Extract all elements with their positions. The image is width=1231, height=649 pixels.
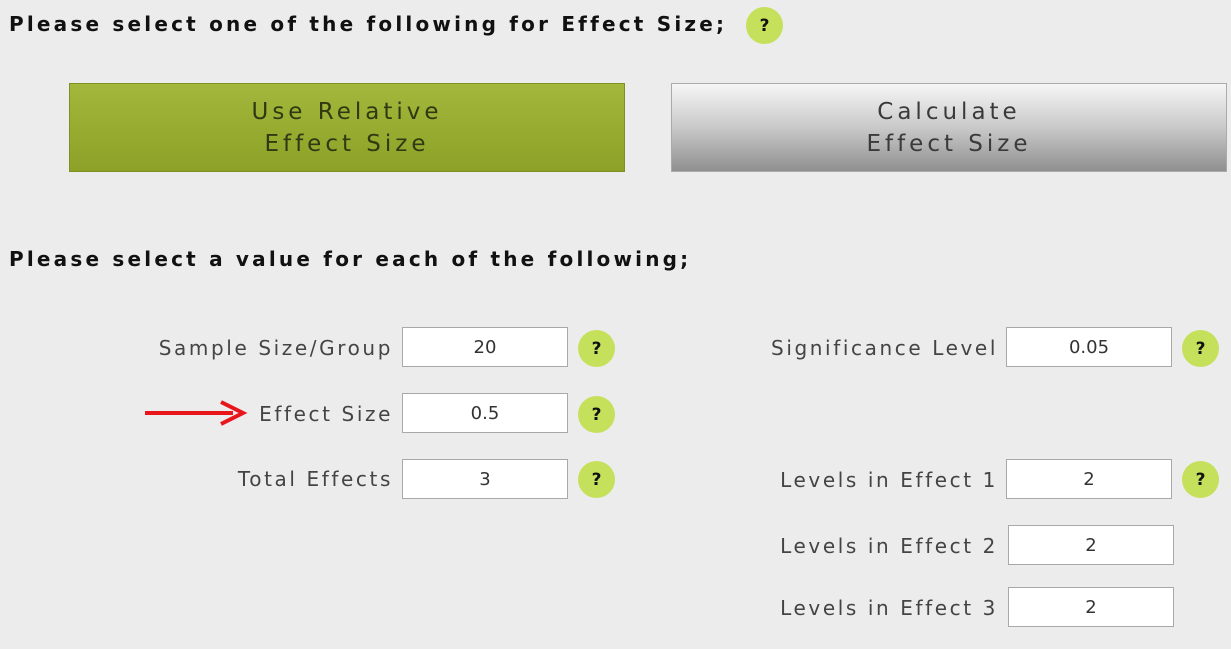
levels-effect-1-help-icon[interactable]: ? [1182, 461, 1219, 498]
sample-size-input[interactable] [402, 327, 568, 367]
levels-effect-1-input[interactable] [1006, 459, 1172, 499]
values-prompt-heading: Please select a value for each of the fo… [9, 247, 692, 271]
effect-size-field-help-icon[interactable]: ? [578, 396, 615, 433]
effect-size-input[interactable] [402, 393, 568, 433]
effect-size-prompt-heading: Please select one of the following for E… [9, 12, 728, 36]
sample-size-help-icon[interactable]: ? [578, 330, 615, 367]
sample-size-label: Sample Size/Group [158, 336, 393, 360]
relative-button-line-1: Use Relative [251, 98, 443, 125]
effect-size-label: Effect Size [259, 402, 393, 426]
total-effects-label: Total Effects [237, 467, 393, 491]
effect-size-help-icon[interactable]: ? [746, 7, 783, 44]
relative-button-line-2: Effect Size [264, 130, 430, 157]
total-effects-help-icon[interactable]: ? [578, 461, 615, 498]
calculate-effect-size-button[interactable]: Calculate Effect Size [671, 83, 1227, 172]
red-arrow-icon [145, 400, 248, 426]
levels-effect-1-label: Levels in Effect 1 [780, 468, 998, 492]
significance-level-help-icon[interactable]: ? [1182, 330, 1219, 367]
calculate-button-line-1: Calculate [877, 98, 1021, 125]
levels-effect-2-input[interactable] [1008, 525, 1174, 565]
calculate-button-line-2: Effect Size [866, 130, 1032, 157]
use-relative-effect-size-button[interactable]: Use Relative Effect Size [69, 83, 625, 172]
significance-level-input[interactable] [1006, 327, 1172, 367]
levels-effect-3-input[interactable] [1008, 587, 1174, 627]
significance-level-label: Significance Level [771, 336, 998, 360]
levels-effect-2-label: Levels in Effect 2 [780, 534, 998, 558]
levels-effect-3-label: Levels in Effect 3 [780, 596, 998, 620]
total-effects-input[interactable] [402, 459, 568, 499]
